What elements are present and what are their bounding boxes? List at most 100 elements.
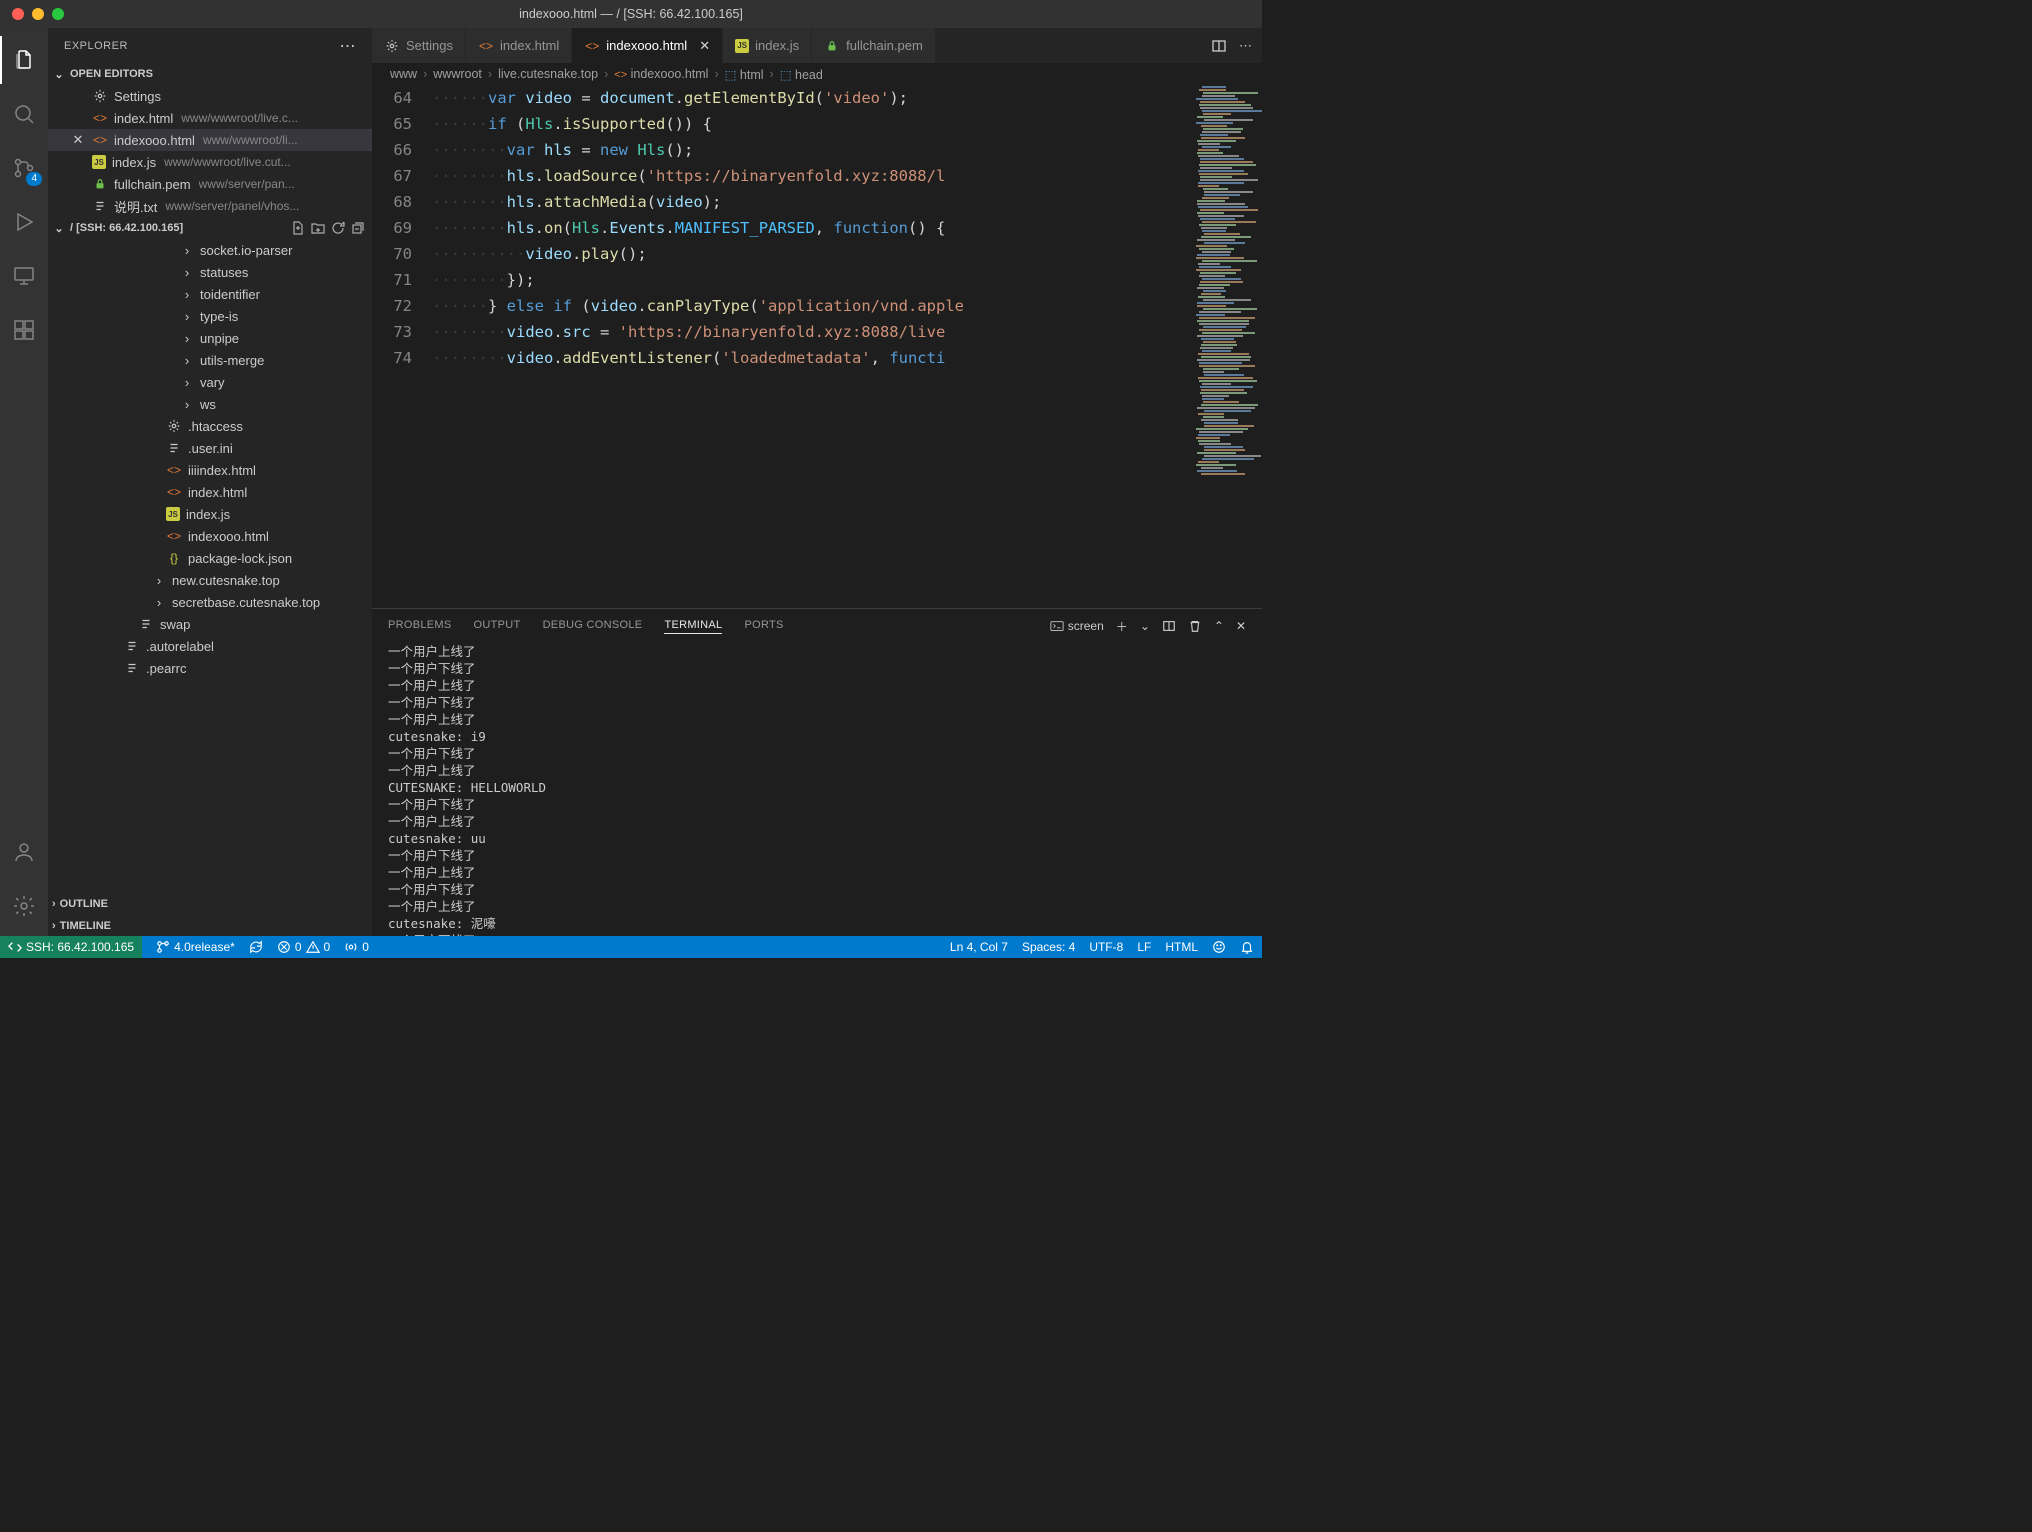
workspace-header[interactable]: ⌄ / [SSH: 66.42.100.165]	[48, 217, 372, 239]
outline-header[interactable]: › OUTLINE	[48, 892, 372, 914]
file-tree-item[interactable]: ›new.cutesnake.top	[48, 569, 372, 591]
breadcrumb-segment[interactable]: ⬚ head	[780, 67, 823, 82]
problems-status[interactable]: 0 0	[277, 940, 330, 954]
terminal-output[interactable]: 一个用户上线了 一个用户下线了 一个用户上线了 一个用户下线了 一个用户上线了 …	[372, 643, 1262, 936]
editor-tab[interactable]: fullchain.pem	[812, 28, 936, 63]
encoding-status[interactable]: UTF-8	[1089, 940, 1123, 954]
code-line[interactable]: 70··········video.play();	[372, 241, 1192, 267]
file-tree-item[interactable]: <>indexooo.html	[48, 525, 372, 547]
code-line[interactable]: 66········var hls = new Hls();	[372, 137, 1192, 163]
terminal-dropdown-icon[interactable]: ⌄	[1140, 619, 1150, 633]
editor-tab[interactable]: Settings	[372, 28, 466, 63]
debug-activity[interactable]	[0, 198, 48, 246]
open-editor-item[interactable]: ✕说明.txtwww/server/panel/vhos...	[48, 195, 372, 217]
open-editor-item[interactable]: ✕<>index.htmlwww/wwwroot/live.c...	[48, 107, 372, 129]
maximize-window-button[interactable]	[52, 8, 64, 20]
file-tree-item[interactable]: ›unpipe	[48, 327, 372, 349]
open-editor-item[interactable]: ✕fullchain.pemwww/server/pan...	[48, 173, 372, 195]
explorer-activity[interactable]	[0, 36, 48, 84]
code-line[interactable]: 71········});	[372, 267, 1192, 293]
settings-activity[interactable]	[0, 882, 48, 930]
language-status[interactable]: HTML	[1165, 940, 1198, 954]
breadcrumb-segment[interactable]: ⬚ html	[725, 67, 764, 82]
file-tree-item[interactable]: .pearrc	[48, 657, 372, 679]
remote-status[interactable]: SSH: 66.42.100.165	[0, 936, 142, 958]
sync-status[interactable]	[249, 940, 263, 954]
close-icon[interactable]: ✕	[70, 132, 86, 148]
breadcrumb-segment[interactable]: www	[390, 67, 417, 81]
code-line[interactable]: 68········hls.attachMedia(video);	[372, 189, 1192, 215]
code-line[interactable]: 74········video.addEventListener('loaded…	[372, 345, 1192, 371]
code-editor[interactable]: 64······var video = document.getElementB…	[372, 85, 1262, 608]
indentation-status[interactable]: Spaces: 4	[1022, 940, 1075, 954]
more-icon[interactable]: ⋯	[1239, 38, 1252, 54]
code-line[interactable]: 65······if (Hls.isSupported()) {	[372, 111, 1192, 137]
file-tree-item[interactable]: ›vary	[48, 371, 372, 393]
breadcrumb-segment[interactable]: wwwroot	[433, 67, 482, 81]
open-editors-header[interactable]: ⌄ OPEN EDITORS	[48, 63, 372, 85]
new-file-icon[interactable]	[290, 220, 306, 236]
notifications-status[interactable]	[1240, 940, 1254, 954]
code-line[interactable]: 73········video.src = 'https://binaryenf…	[372, 319, 1192, 345]
editor-tab[interactable]: JSindex.js	[723, 28, 812, 63]
panel-tab[interactable]: DEBUG CONSOLE	[543, 619, 643, 633]
sidebar-more-button[interactable]: ⋯	[340, 36, 357, 56]
split-terminal-icon[interactable]	[1162, 619, 1176, 633]
cursor-position[interactable]: Ln 4, Col 7	[950, 940, 1008, 954]
file-tree-item[interactable]: ›utils-merge	[48, 349, 372, 371]
panel-tab[interactable]: PORTS	[744, 619, 783, 633]
file-tree-item[interactable]: {}package-lock.json	[48, 547, 372, 569]
file-tree-item[interactable]: swap	[48, 613, 372, 635]
refresh-icon[interactable]	[330, 220, 346, 236]
file-tree-item[interactable]: ›toidentifier	[48, 283, 372, 305]
file-tree-item[interactable]: .htaccess	[48, 415, 372, 437]
branch-status[interactable]: 4.0release*	[156, 940, 235, 954]
breadcrumb-segment[interactable]: <> indexooo.html	[614, 67, 708, 81]
terminal-profile[interactable]: screen	[1050, 619, 1104, 633]
open-editor-item[interactable]: ✕<>indexooo.htmlwww/wwwroot/li...	[48, 129, 372, 151]
new-folder-icon[interactable]	[310, 220, 326, 236]
code-line[interactable]: 64······var video = document.getElementB…	[372, 85, 1192, 111]
timeline-header[interactable]: › TIMELINE	[48, 914, 372, 936]
new-terminal-icon[interactable]: ＋	[1116, 618, 1128, 635]
file-tree-item[interactable]: ›statuses	[48, 261, 372, 283]
close-panel-icon[interactable]: ✕	[1236, 619, 1246, 633]
extensions-activity[interactable]	[0, 306, 48, 354]
chevron-up-icon[interactable]: ⌃	[1214, 619, 1224, 633]
file-tree-item[interactable]: ›type-is	[48, 305, 372, 327]
file-tree-item[interactable]: <>iiiindex.html	[48, 459, 372, 481]
panel-tab[interactable]: PROBLEMS	[388, 619, 452, 633]
editor-tab[interactable]: <>index.html	[466, 28, 572, 63]
trash-icon[interactable]	[1188, 619, 1202, 633]
file-tree-item[interactable]: ›socket.io-parser	[48, 239, 372, 261]
panel-tab[interactable]: TERMINAL	[664, 619, 722, 634]
minimize-window-button[interactable]	[32, 8, 44, 20]
file-tree-item[interactable]: ›ws	[48, 393, 372, 415]
breadcrumbs[interactable]: www›wwwroot›live.cutesnake.top›<> indexo…	[372, 63, 1262, 85]
scm-activity[interactable]: 4	[0, 144, 48, 192]
file-tree-item[interactable]: ›secretbase.cutesnake.top	[48, 591, 372, 613]
file-tree-item[interactable]: <>index.html	[48, 481, 372, 503]
ports-status[interactable]: 0	[344, 940, 369, 954]
file-tree-item[interactable]: JSindex.js	[48, 503, 372, 525]
eol-status[interactable]: LF	[1137, 940, 1151, 954]
file-tree-item[interactable]: .autorelabel	[48, 635, 372, 657]
accounts-activity[interactable]	[0, 828, 48, 876]
code-line[interactable]: 69········hls.on(Hls.Events.MANIFEST_PAR…	[372, 215, 1192, 241]
collapse-all-icon[interactable]	[350, 220, 366, 236]
feedback-status[interactable]	[1212, 940, 1226, 954]
minimap[interactable]	[1192, 85, 1262, 608]
remote-explorer-activity[interactable]	[0, 252, 48, 300]
open-editor-item[interactable]: ✕Settings	[48, 85, 372, 107]
search-activity[interactable]	[0, 90, 48, 138]
panel-tab[interactable]: OUTPUT	[474, 619, 521, 633]
split-editor-icon[interactable]	[1211, 38, 1227, 54]
code-line[interactable]: 72······} else if (video.canPlayType('ap…	[372, 293, 1192, 319]
code-line[interactable]: 67········hls.loadSource('https://binary…	[372, 163, 1192, 189]
close-icon[interactable]: ✕	[699, 38, 710, 54]
breadcrumb-segment[interactable]: live.cutesnake.top	[498, 67, 598, 81]
editor-tab[interactable]: <>indexooo.html✕	[572, 28, 723, 63]
open-editor-item[interactable]: ✕JSindex.jswww/wwwroot/live.cut...	[48, 151, 372, 173]
file-tree-item[interactable]: .user.ini	[48, 437, 372, 459]
close-window-button[interactable]	[12, 8, 24, 20]
